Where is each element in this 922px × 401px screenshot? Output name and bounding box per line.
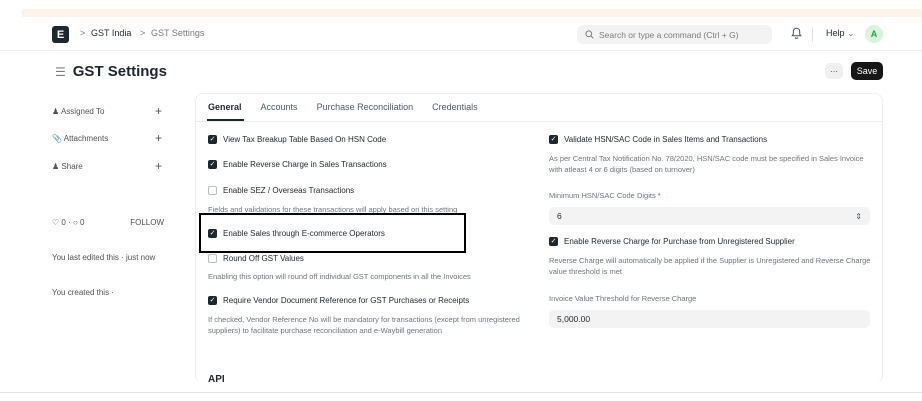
tab-credentials[interactable]: Credentials <box>432 102 478 112</box>
comment-count: 0 <box>80 218 85 227</box>
active-tab-indicator <box>207 119 244 121</box>
more-actions-button[interactable]: ··· <box>825 63 843 79</box>
search-icon <box>585 30 594 39</box>
likes-comments-row: ♡ 0 · ○ 0 FOLLOW <box>52 218 164 227</box>
checkbox-checked-icon[interactable]: ✓ <box>208 296 217 305</box>
breadcrumb-gst-settings[interactable]: GST Settings <box>151 28 204 38</box>
sidebar-label-assigned: Assigned To <box>60 106 105 116</box>
min-digits-value: 6 <box>557 211 562 221</box>
paperclip-icon: 📎 <box>52 133 62 143</box>
chevron-down-icon: ⌄ <box>847 28 855 38</box>
checkbox-unchecked-icon[interactable] <box>208 186 217 195</box>
page-title: GST Settings <box>72 63 167 80</box>
enable-reverse-charge-sales-checkbox[interactable]: ✓ Enable Reverse Charge in Sales Transac… <box>208 160 387 169</box>
round-off-gst-checkbox[interactable]: Round Off GST Values <box>208 254 304 263</box>
share-icon: ♟ <box>52 161 60 171</box>
sidebar-attachments[interactable]: 📎 Attachments + <box>52 131 162 145</box>
checkbox-unchecked-icon[interactable] <box>208 254 217 263</box>
round-off-description: Enabling this option will round off indi… <box>208 272 471 281</box>
threshold-value: 5,000.00 <box>557 314 591 324</box>
checkbox-label: View Tax Breakup Table Based On HSN Code <box>223 135 387 144</box>
search-placeholder: Search or type a command (Ctrl + G) <box>599 29 739 40</box>
bottom-divider <box>0 392 922 393</box>
tab-general[interactable]: General <box>208 102 242 112</box>
comment-icon[interactable]: ○ <box>73 218 78 227</box>
select-arrows-icon: ⇕ <box>855 211 862 221</box>
page-header: ☰ GST Settings <box>55 63 167 80</box>
view-tax-breakup-checkbox[interactable]: ✓ View Tax Breakup Table Based On HSN Co… <box>208 135 386 144</box>
heart-icon[interactable]: ♡ <box>52 218 59 227</box>
sidebar-label-share: Share <box>61 161 83 171</box>
checkbox-checked-icon[interactable]: ✓ <box>549 237 558 246</box>
avatar[interactable]: A <box>865 25 883 43</box>
checkbox-label: Enable SEZ / Overseas Transactions <box>223 186 355 195</box>
tab-accounts[interactable]: Accounts <box>261 102 298 112</box>
tab-purchase-reconciliation[interactable]: Purchase Reconciliation <box>317 102 414 112</box>
assign-user-icon: ♟ <box>52 106 60 116</box>
tab-divider <box>196 121 882 122</box>
help-menu[interactable]: Help ⌄ <box>826 28 855 39</box>
min-digits-select[interactable]: 6 ⇕ <box>549 207 870 225</box>
validate-hsn-description: As per Central Tax Notification No. 78/2… <box>549 154 864 174</box>
breadcrumb-gst-india[interactable]: GST India <box>91 28 131 38</box>
search-bar[interactable]: Search or type a command (Ctrl + G) <box>577 25 772 44</box>
validate-hsn-checkbox[interactable]: ✓ Validate HSN/SAC Code in Sales Items a… <box>549 135 767 144</box>
reverse-charge-purchase-checkbox[interactable]: ✓ Enable Reverse Charge for Purchase fro… <box>549 237 795 246</box>
like-count: 0 <box>61 218 66 227</box>
sidebar-toggle-icon[interactable]: ☰ <box>55 65 66 79</box>
add-share-icon[interactable]: + <box>155 159 162 173</box>
sidebar-label-attachments: Attachments <box>63 133 109 143</box>
checkbox-label: Enable Reverse Charge for Purchase from … <box>564 237 795 246</box>
notification-bell-icon[interactable] <box>791 27 802 42</box>
sidebar-assigned-to[interactable]: ♟ Assigned To + <box>52 104 162 118</box>
last-edited-text: You last edited this · just now <box>52 253 156 262</box>
follow-button[interactable]: FOLLOW <box>130 218 164 227</box>
required-asterisk: * <box>657 191 661 200</box>
save-button[interactable]: Save <box>851 62 883 80</box>
navbar <box>0 17 922 51</box>
checkbox-checked-icon[interactable]: ✓ <box>208 135 217 144</box>
top-banner-strip <box>22 9 922 17</box>
checkbox-label: Require Vendor Document Reference for GS… <box>223 296 470 305</box>
min-digits-label: Minimum HSN/SAC Code Digits * <box>549 191 661 200</box>
help-label: Help <box>826 28 845 38</box>
threshold-label: Invoice Value Threshold for Reverse Char… <box>549 294 697 303</box>
breadcrumb-separator-icon: > <box>80 28 86 38</box>
checkbox-label: Enable Reverse Charge in Sales Transacti… <box>223 160 387 169</box>
add-attachment-icon[interactable]: + <box>155 131 162 145</box>
min-digits-label-text: Minimum HSN/SAC Code Digits <box>549 191 656 200</box>
section-heading-api: API <box>208 374 225 385</box>
app-logo[interactable]: E <box>52 26 69 43</box>
created-text: You created this · <box>52 288 114 297</box>
vendor-ref-description: If checked, Vendor Reference No will be … <box>208 315 520 335</box>
require-vendor-ref-checkbox[interactable]: ✓ Require Vendor Document Reference for … <box>208 296 469 305</box>
breadcrumb-separator-icon: > <box>140 28 146 38</box>
checkbox-checked-icon[interactable]: ✓ <box>549 135 558 144</box>
tab-bar: General Accounts Purchase Reconciliation… <box>208 102 478 112</box>
highlight-box <box>199 213 466 253</box>
navbar-divider <box>812 27 813 42</box>
threshold-input[interactable]: 5,000.00 <box>549 310 870 328</box>
sidebar-share[interactable]: ♟ Share + <box>52 159 162 173</box>
reverse-charge-purchase-description: Reverse Charge will automatically be app… <box>549 256 871 276</box>
add-assignee-icon[interactable]: + <box>155 104 162 118</box>
checkbox-label: Round Off GST Values <box>223 254 304 263</box>
checkbox-label: Validate HSN/SAC Code in Sales Items and… <box>564 135 768 144</box>
checkbox-checked-icon[interactable]: ✓ <box>208 160 217 169</box>
enable-sez-checkbox[interactable]: Enable SEZ / Overseas Transactions <box>208 186 354 195</box>
